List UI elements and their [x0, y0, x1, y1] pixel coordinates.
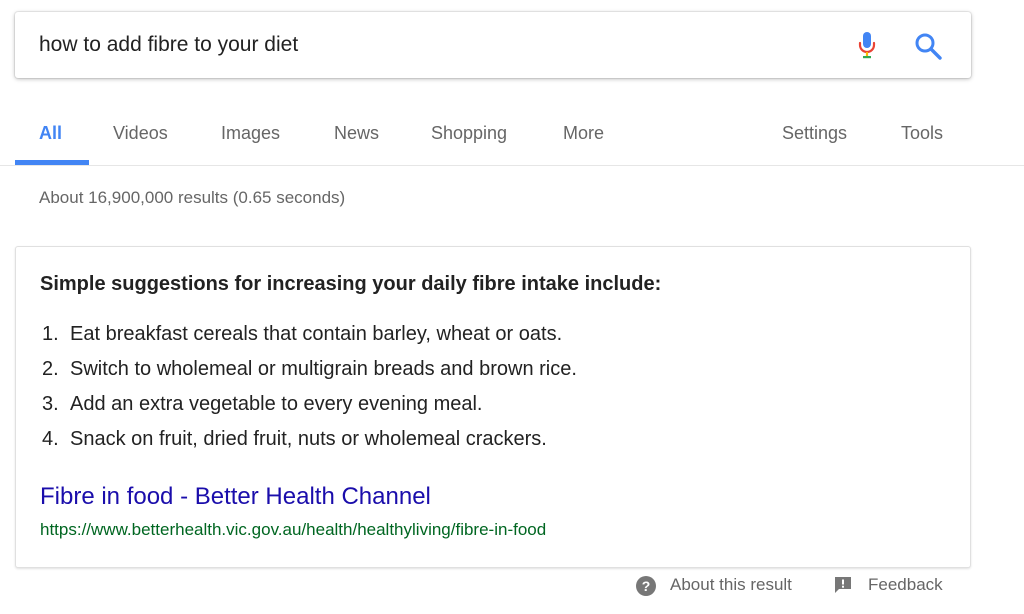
tab-videos[interactable]: Videos	[113, 104, 168, 165]
list-item-number: 3.	[42, 393, 59, 415]
list-item: 4. Snack on fruit, dried fruit, nuts or w…	[42, 424, 577, 459]
list-item-number: 1.	[42, 323, 59, 345]
list-item-text: Snack on fruit, dried fruit, nuts or who…	[70, 428, 547, 450]
snippet-list: 1. Eat breakfast cereals that contain bar…	[42, 319, 577, 459]
list-item-number: 2.	[42, 358, 59, 380]
tab-shopping[interactable]: Shopping	[431, 104, 507, 165]
help-circle-icon: ?	[636, 576, 656, 596]
list-item-text: Eat breakfast cereals that contain barle…	[70, 323, 563, 345]
list-item: 1. Eat breakfast cereals that contain bar…	[42, 319, 577, 354]
active-tab-indicator	[15, 160, 89, 165]
search-icon[interactable]	[914, 32, 942, 60]
about-this-result-label: About this result	[670, 575, 792, 594]
tab-settings[interactable]: Settings	[782, 104, 847, 165]
list-item-text: Add an extra vegetable to every evening …	[70, 393, 483, 415]
list-item-number: 4.	[42, 428, 59, 450]
feedback-icon	[835, 577, 851, 593]
list-item-text: Switch to wholemeal or multigrain breads…	[70, 358, 577, 380]
tab-news[interactable]: News	[334, 104, 379, 165]
source-title-link[interactable]: Fibre in food - Better Health Channel	[40, 483, 431, 511]
featured-snippet: Simple suggestions for increasing your d…	[15, 246, 971, 568]
list-item: 2. Switch to wholemeal or multigrain brea…	[42, 354, 577, 389]
snippet-heading: Simple suggestions for increasing your d…	[40, 273, 662, 295]
search-box	[15, 12, 971, 78]
tab-more[interactable]: More	[563, 104, 604, 165]
source-url: https://www.betterhealth.vic.gov.au/heal…	[40, 520, 547, 539]
tab-tools[interactable]: Tools	[901, 104, 943, 165]
microphone-icon[interactable]	[857, 31, 877, 61]
search-input[interactable]	[39, 12, 819, 78]
search-tabs: All Videos Images News Shopping More Set…	[0, 104, 1024, 166]
feedback-label: Feedback	[868, 575, 943, 594]
result-stats: About 16,900,000 results (0.65 seconds)	[39, 188, 346, 207]
list-item: 3. Add an extra vegetable to every evenin…	[42, 389, 577, 424]
tab-all[interactable]: All	[39, 104, 62, 165]
tab-images[interactable]: Images	[221, 104, 280, 165]
